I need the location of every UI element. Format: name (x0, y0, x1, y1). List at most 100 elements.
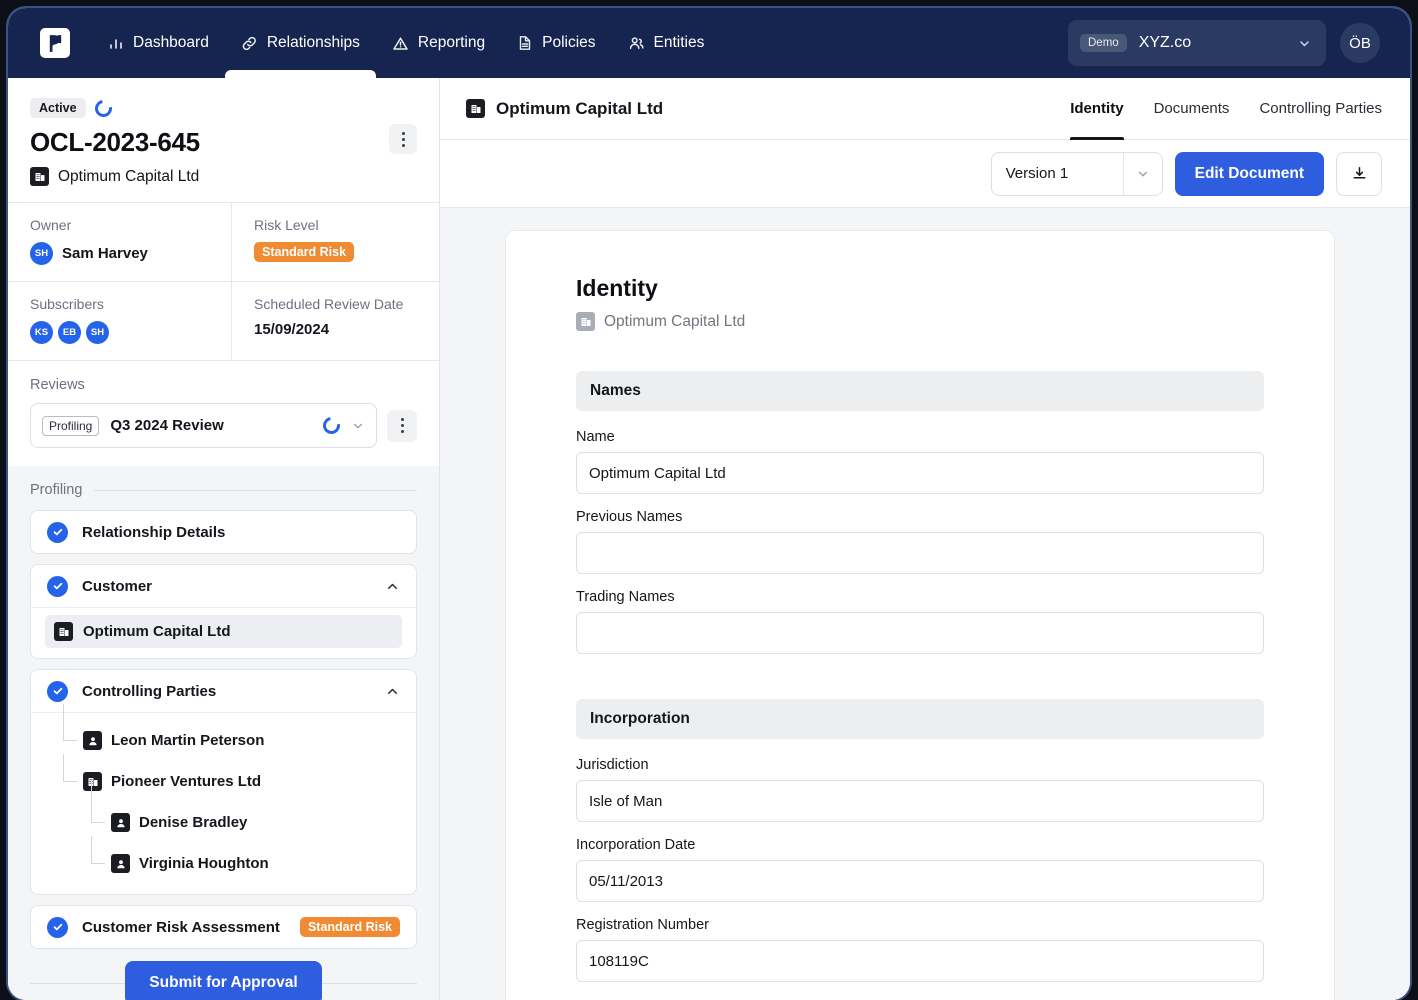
edit-document-button[interactable]: Edit Document (1174, 151, 1324, 196)
page-title: Optimum Capital Ltd (496, 98, 664, 118)
nav-item-entities[interactable]: Entities (612, 8, 721, 78)
field-name: Name Optimum Capital Ltd (576, 429, 1264, 494)
document-canvas: Identity Optimum Capital Ltd Names Name … (440, 208, 1410, 1000)
field-registration-number: Registration Number 108119C (576, 917, 1264, 982)
link-icon (241, 35, 258, 52)
owner-value: SH Sam Harvey (30, 242, 213, 265)
divider (94, 489, 417, 491)
field-previous-names: Previous Names (576, 509, 1264, 574)
field-incorporation-date: Incorporation Date 05/11/2013 (576, 837, 1264, 902)
nav-item-policies[interactable]: Policies (501, 8, 611, 78)
risk-level-cell: Risk Level Standard Risk (232, 203, 439, 281)
person-icon (111, 854, 130, 873)
chevron-up-icon[interactable] (385, 579, 400, 594)
nav-item-dashboard[interactable]: Dashboard (92, 8, 225, 78)
users-icon (628, 35, 645, 52)
building-icon (466, 99, 485, 118)
meta-row-subscribers-review: Subscribers KS EB SH Scheduled Review Da… (8, 281, 439, 360)
profiling-panel: Profiling Relationship Details Customer … (8, 466, 439, 1000)
review-actions-menu[interactable] (387, 409, 417, 442)
check-circle-icon (47, 916, 68, 938)
card-title: Customer Risk Assessment (82, 918, 280, 936)
chevron-up-icon[interactable] (385, 684, 400, 699)
review-name: Q3 2024 Review (110, 417, 224, 434)
previous-names-input[interactable] (576, 532, 1264, 574)
warning-triangle-icon (392, 35, 409, 52)
field-jurisdiction: Jurisdiction Isle of Man (576, 757, 1264, 822)
field-label: Incorporation Date (576, 837, 696, 853)
tab-identity[interactable]: Identity (1070, 78, 1124, 140)
tab-documents[interactable]: Documents (1154, 78, 1230, 140)
building-icon (54, 622, 73, 641)
card-header[interactable]: Customer (31, 565, 416, 607)
tree-node-label: Leon Martin Peterson (111, 732, 265, 749)
review-stage-tag: Profiling (42, 415, 100, 436)
field-label: Jurisdiction (576, 757, 649, 773)
review-row: Profiling Q3 2024 Review (30, 403, 417, 448)
field-label: Name (576, 429, 615, 445)
nav-item-reporting[interactable]: Reporting (376, 8, 501, 78)
customer-entity-item[interactable]: Optimum Capital Ltd (45, 615, 402, 648)
trading-names-input[interactable] (576, 612, 1264, 654)
document-subtitle: Optimum Capital Ltd (576, 312, 1264, 331)
scheduled-review-cell: Scheduled Review Date 15/09/2024 (232, 282, 439, 360)
check-circle-icon (47, 575, 68, 597)
submit-for-approval-button[interactable]: Submit for Approval (125, 961, 322, 1000)
user-avatar[interactable]: ÖB (1340, 23, 1380, 63)
nav-label: Entities (653, 34, 705, 51)
owner-cell: Owner SH Sam Harvey (8, 203, 232, 281)
avatar: EB (58, 321, 81, 344)
tree-node-label: Denise Bradley (139, 814, 248, 831)
avatar: SH (86, 321, 109, 344)
relationship-sidebar: Active OCL-2023-645 Optimum Capital Ltd … (8, 78, 440, 1000)
person-icon (83, 731, 102, 750)
owner-label: Owner (30, 217, 72, 233)
incorporation-date-input[interactable]: 05/11/2013 (576, 860, 1264, 902)
dot (400, 430, 404, 433)
scheduled-review-value: 15/09/2024 (254, 321, 330, 338)
pega-logo[interactable] (40, 28, 70, 58)
jurisdiction-input[interactable]: Isle of Man (576, 780, 1264, 822)
tab-controlling-parties[interactable]: Controlling Parties (1259, 78, 1382, 140)
dot (401, 131, 405, 135)
status-row: Active (30, 96, 417, 120)
version-select[interactable]: Version 1 (990, 151, 1163, 196)
profiling-card-relationship-details: Relationship Details (30, 510, 417, 554)
risk-badge: Standard Risk (299, 917, 400, 937)
tree-node-person[interactable]: Denise Bradley (49, 780, 402, 843)
download-button[interactable] (1336, 151, 1382, 196)
review-selector[interactable]: Profiling Q3 2024 Review (30, 403, 377, 448)
document-title: Identity (576, 275, 658, 301)
name-input[interactable]: Optimum Capital Ltd (576, 452, 1264, 494)
tree-node-person[interactable]: Leon Martin Peterson (49, 704, 402, 761)
customer-entity-name: Optimum Capital Ltd (83, 623, 231, 640)
field-label: Registration Number (576, 917, 709, 933)
card-header[interactable]: Customer Risk Assessment Standard Risk (31, 906, 416, 948)
main-content: Optimum Capital Ltd Identity Documents C… (440, 78, 1410, 1000)
dot (401, 143, 405, 147)
chevron-down-icon (351, 419, 365, 433)
bar-chart-icon (108, 35, 124, 51)
meta-row-owner-risk: Owner SH Sam Harvey Risk Level Standard … (8, 202, 439, 281)
risk-badge: Standard Risk (254, 242, 355, 262)
tree-node-company[interactable]: Pioneer Ventures Ltd (49, 754, 402, 802)
card-body: Leon Martin Peterson Pioneer Ventures Lt… (31, 704, 416, 894)
tree-node-label: Pioneer Ventures Ltd (111, 773, 262, 790)
check-circle-icon (47, 680, 68, 702)
org-switcher[interactable]: Demo XYZ.co (1068, 20, 1326, 66)
reviews-label: Reviews (30, 377, 85, 393)
submit-row: Submit for Approval (30, 961, 417, 1000)
reviews-section: Reviews Profiling Q3 2024 Review (8, 360, 439, 466)
document-icon (517, 35, 533, 51)
relationship-actions-menu[interactable] (389, 124, 417, 154)
field-trading-names: Trading Names (576, 589, 1264, 654)
check-circle-icon (47, 521, 68, 543)
subscribers-label: Subscribers (30, 296, 104, 312)
card-header[interactable]: Controlling Parties (31, 670, 416, 712)
tree-node-person[interactable]: Virginia Houghton (49, 836, 402, 884)
profiling-section-header: Profiling (30, 482, 417, 498)
card-header[interactable]: Relationship Details (31, 511, 416, 553)
registration-number-input[interactable]: 108119C (576, 940, 1264, 982)
main-header: Optimum Capital Ltd Identity Documents C… (440, 78, 1410, 140)
nav-item-relationships[interactable]: Relationships (224, 8, 376, 78)
